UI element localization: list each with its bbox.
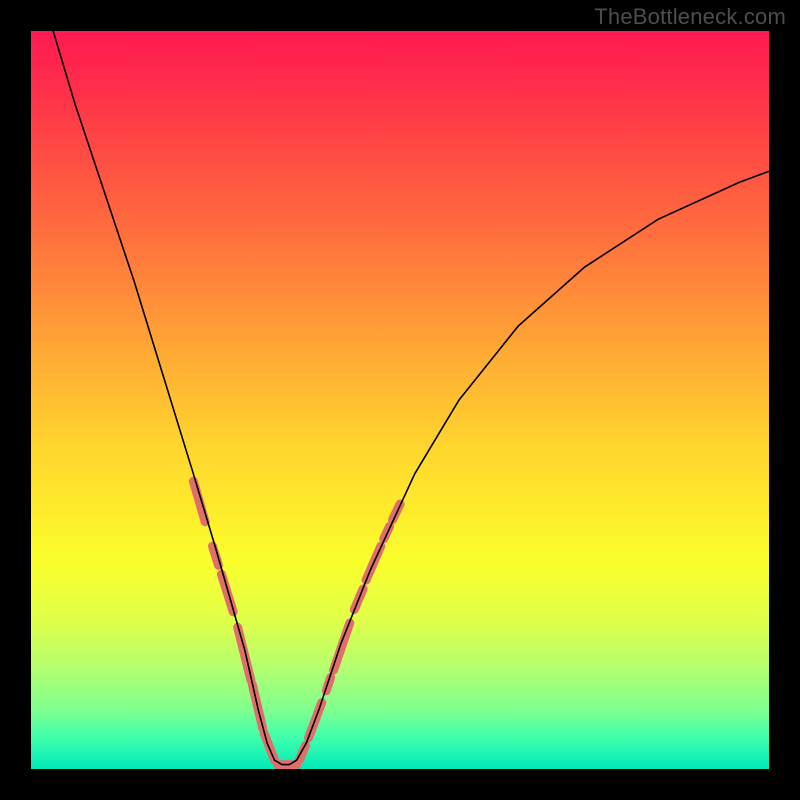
watermark-text: TheBottleneck.com — [594, 4, 786, 30]
bottleneck-curve — [53, 31, 769, 765]
marker-segment — [334, 623, 350, 670]
plot-area — [31, 31, 769, 769]
curve-svg — [31, 31, 769, 769]
marker-segment — [193, 481, 205, 522]
marker-layer — [193, 481, 400, 764]
chart-frame: TheBottleneck.com — [0, 0, 800, 800]
marker-segment — [384, 526, 390, 539]
marker-segment — [238, 627, 251, 680]
